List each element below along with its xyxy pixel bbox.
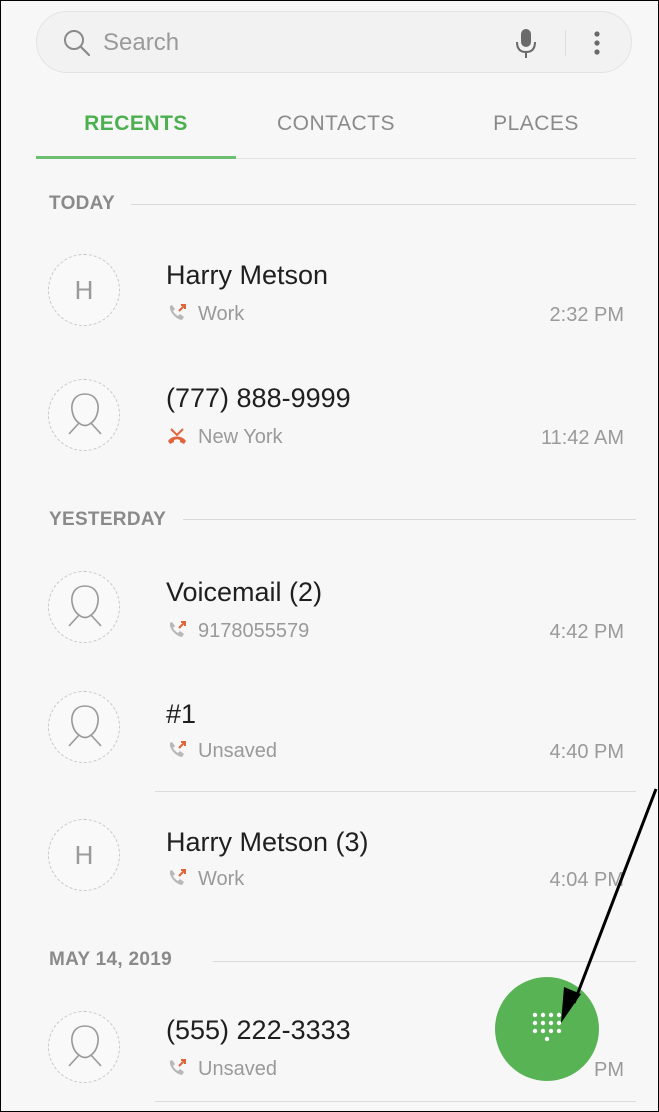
call-time: 4:40 PM bbox=[549, 741, 624, 763]
dialpad-icon bbox=[532, 1012, 562, 1042]
tab-active-indicator bbox=[36, 156, 236, 159]
tab-places[interactable]: PLACES bbox=[436, 96, 636, 156]
more-vert-icon[interactable] bbox=[585, 26, 609, 60]
outgoing-call-icon bbox=[169, 1059, 186, 1075]
call-detail: 9178055579 bbox=[166, 619, 309, 643]
call-detail-text: Work bbox=[198, 303, 245, 325]
section-divider bbox=[213, 961, 636, 962]
call-time: 4:04 PM bbox=[549, 869, 624, 891]
avatar bbox=[48, 571, 120, 643]
call-log-row[interactable]: (777) 888-9999 New York 11:42 AM bbox=[1, 359, 658, 469]
person-silhouette-icon bbox=[68, 1025, 102, 1067]
outgoing-call-icon bbox=[169, 621, 186, 637]
call-detail: Unsaved bbox=[166, 739, 277, 763]
search-placeholder: Search bbox=[103, 29, 180, 56]
contact-name: #1 bbox=[166, 699, 197, 729]
call-detail: Work bbox=[166, 867, 244, 891]
contact-name: (555) 222-3333 bbox=[166, 1015, 351, 1045]
contact-name: Voicemail (2) bbox=[166, 577, 323, 607]
phone-app: Search RECENTS CONTACTS PLACES TODAY H H… bbox=[0, 0, 659, 1112]
avatar-initial: H bbox=[74, 275, 94, 305]
section-divider bbox=[183, 519, 636, 520]
contact-name: (777) 888-9999 bbox=[166, 383, 351, 413]
call-log-row[interactable]: Voicemail (2) 9178055579 4:42 PM bbox=[1, 551, 658, 661]
section-header-date: MAY 14, 2019 bbox=[49, 949, 172, 970]
call-detail-text: Unsaved bbox=[198, 1058, 277, 1080]
avatar: H bbox=[48, 819, 120, 891]
call-log-row[interactable]: #1 Unsaved 4:40 PM bbox=[1, 671, 658, 781]
outgoing-call-icon bbox=[169, 741, 186, 757]
call-log-row[interactable]: H Harry Metson Work 2:32 PM bbox=[1, 236, 658, 346]
outgoing-call-icon bbox=[169, 304, 186, 320]
avatar-initial: H bbox=[74, 840, 94, 870]
call-log-row[interactable]: H Harry Metson (3) Work 4:04 PM bbox=[1, 791, 658, 901]
person-silhouette-icon bbox=[68, 585, 102, 627]
search-bar[interactable]: Search bbox=[36, 11, 632, 73]
call-time: PM bbox=[594, 1059, 624, 1081]
row-divider bbox=[155, 1101, 636, 1102]
outgoing-call-icon bbox=[169, 869, 186, 885]
call-detail: New York bbox=[166, 425, 283, 449]
call-detail-text: Unsaved bbox=[198, 740, 277, 762]
avatar: H bbox=[48, 254, 120, 326]
tab-recents[interactable]: RECENTS bbox=[36, 96, 236, 156]
avatar bbox=[48, 691, 120, 763]
call-detail-text: New York bbox=[198, 426, 283, 448]
person-silhouette-icon bbox=[68, 705, 102, 747]
call-detail: Work bbox=[166, 302, 244, 326]
search-divider bbox=[565, 30, 566, 56]
call-time: 4:42 PM bbox=[549, 621, 624, 643]
tab-contacts[interactable]: CONTACTS bbox=[236, 96, 436, 156]
call-detail-text: Work bbox=[198, 868, 245, 890]
section-header-today: TODAY bbox=[49, 193, 115, 214]
keypad-button[interactable] bbox=[495, 977, 599, 1081]
microphone-icon[interactable] bbox=[509, 26, 543, 60]
avatar bbox=[48, 379, 120, 451]
missed-call-icon bbox=[168, 428, 186, 444]
call-detail-text: 9178055579 bbox=[198, 620, 310, 642]
contact-name: Harry Metson (3) bbox=[166, 827, 369, 857]
call-time: 11:42 AM bbox=[540, 427, 624, 449]
call-time: 2:32 PM bbox=[549, 304, 624, 326]
avatar bbox=[48, 1011, 120, 1083]
section-header-yesterday: YESTERDAY bbox=[49, 509, 167, 530]
search-icon bbox=[64, 30, 91, 57]
section-divider bbox=[131, 204, 636, 205]
tab-bar: RECENTS CONTACTS PLACES bbox=[36, 96, 636, 160]
call-detail: Unsaved bbox=[166, 1057, 277, 1081]
contact-name: Harry Metson bbox=[166, 260, 329, 290]
person-silhouette-icon bbox=[68, 393, 102, 435]
